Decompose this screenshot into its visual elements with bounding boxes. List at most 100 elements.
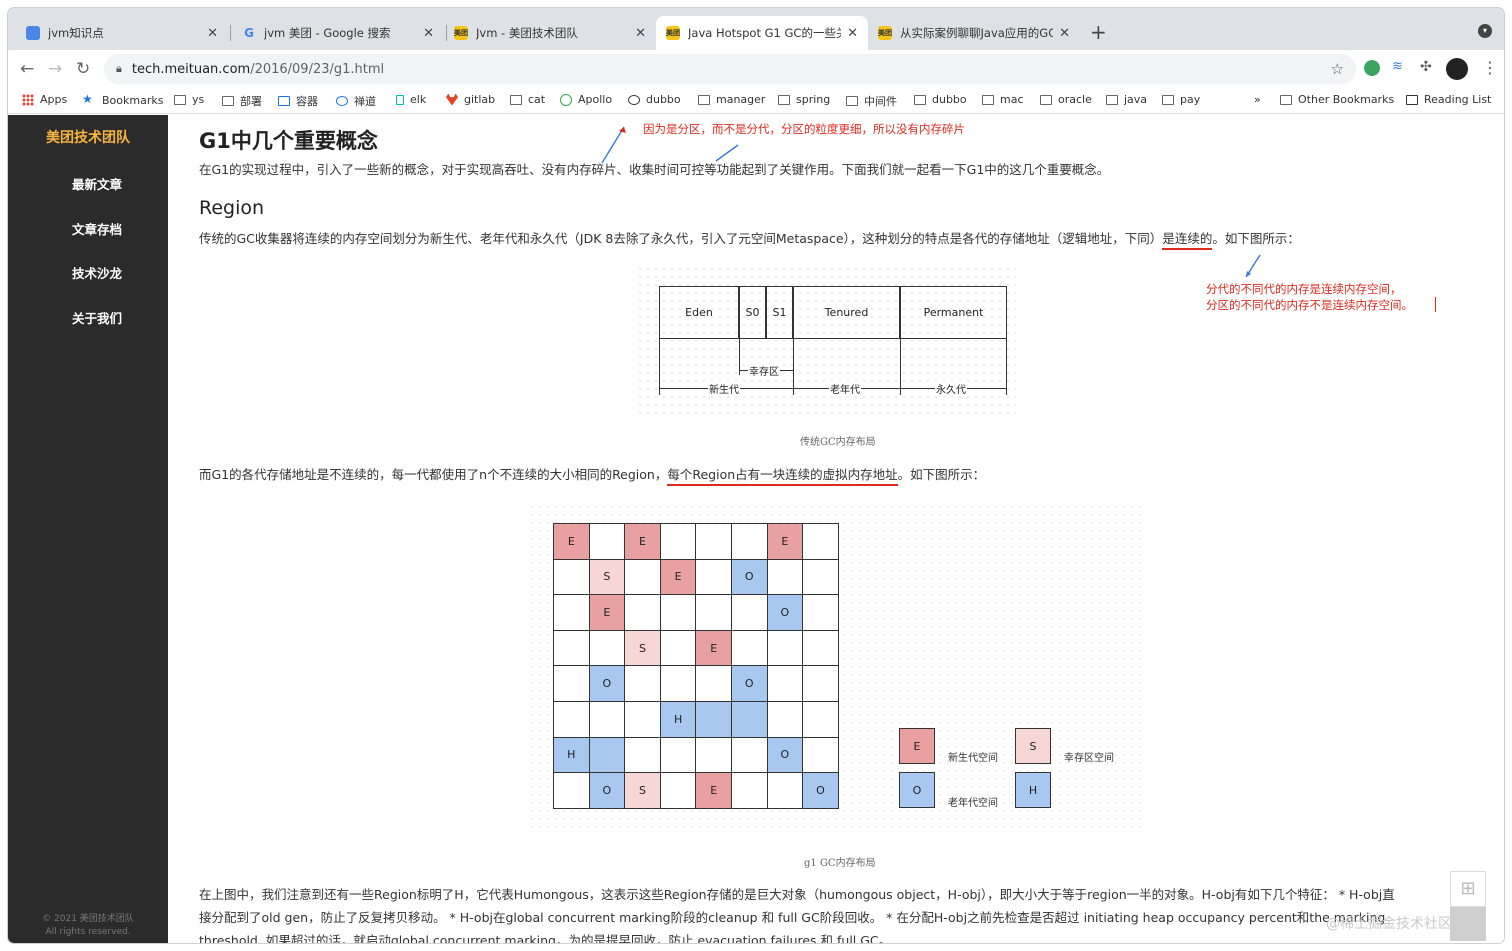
region-cell (589, 701, 626, 738)
layers-extension-icon[interactable]: ≋ (1392, 60, 1408, 76)
region-cell (660, 773, 697, 809)
tab-jvm-meituan[interactable]: 美团 Jvm - 美团技术团队 ✕ (444, 16, 656, 50)
bookmark-label: cat (528, 93, 546, 106)
humongous-paragraph-line2: 接分配到了old gen，防止了反复拷贝移动。 * H-obj在global c… (199, 910, 1386, 925)
bookmark-apollo[interactable]: Apollo (560, 93, 612, 106)
elk-icon (396, 94, 404, 105)
qrcode-icon[interactable]: ⊞ (1450, 871, 1486, 907)
profile-avatar[interactable] (1446, 58, 1468, 80)
bookmark-gitlab[interactable]: gitlab (446, 93, 495, 106)
tab-search-icon[interactable]: ▾ (1478, 24, 1492, 38)
folder-icon (778, 94, 790, 105)
close-icon[interactable]: ✕ (847, 26, 858, 41)
bookmark-zentao[interactable]: 禅道 (336, 93, 376, 109)
bookmark-cat[interactable]: cat (510, 93, 545, 106)
region-grid: EEESEOEOSEOOHHOOSEO (553, 523, 839, 809)
tab-title: Jvm - 美团技术团队 (476, 26, 578, 40)
legend-box-old: O (899, 772, 935, 808)
address-bar[interactable]: 🔒︎ tech.meituan.com/2016/09/23/g1.html ☆ (104, 54, 1356, 84)
bookmark-label: Other Bookmarks (1298, 93, 1395, 106)
browser-menu-icon[interactable]: ⋮ (1482, 58, 1498, 77)
bookmark-manager[interactable]: manager (698, 93, 765, 106)
apps-icon (22, 93, 34, 106)
bookmark-other[interactable]: Other Bookmarks (1280, 93, 1394, 106)
google-icon: G (244, 26, 254, 40)
bookmark-label: dubbo (932, 93, 967, 106)
bookmark-mac[interactable]: mac (982, 93, 1024, 106)
bookmark-spring[interactable]: spring (778, 93, 830, 106)
forward-icon[interactable]: → (48, 59, 62, 79)
region-cell (803, 559, 839, 596)
puzzle-extensions-icon[interactable]: ✣ (1420, 60, 1436, 76)
region-cell (660, 737, 697, 774)
site-logo[interactable]: 美团技术团队 (8, 127, 168, 147)
back-to-top-button[interactable] (1450, 907, 1486, 941)
region-cell (803, 737, 839, 774)
tab-gc-case[interactable]: 美团 从实际案例聊聊Java应用的GC优 ✕ (868, 16, 1080, 50)
legend-label-survivor: 幸存区空间 (1064, 753, 1114, 764)
bookmark-star-icon[interactable]: ☆ (1331, 60, 1344, 78)
bookmark-ys[interactable]: ys (174, 93, 204, 106)
region-cell: E (660, 559, 697, 596)
region-cell (589, 524, 626, 560)
close-icon[interactable]: ✕ (423, 26, 434, 41)
bookmark-pay[interactable]: pay (1162, 93, 1200, 106)
bookmark-label: gitlab (464, 93, 496, 106)
bookmark-oracle[interactable]: oracle (1040, 93, 1092, 106)
bookmark-deploy[interactable]: 部署 (222, 93, 262, 109)
nav-about-us[interactable]: 关于我们 (8, 308, 168, 327)
bookmarks-overflow-button[interactable]: » (1254, 93, 1261, 106)
region-heading: Region (199, 197, 265, 219)
region-cell (660, 595, 697, 631)
reading-list-icon (1406, 94, 1418, 105)
region-cell (625, 737, 661, 774)
region-cell: E (696, 773, 732, 809)
nav-latest-articles[interactable]: 最新文章 (8, 174, 168, 193)
bookmark-dubbo-folder[interactable]: dubbo (914, 93, 967, 106)
annotation-right-line1: 分代的不同代的内存是连续内存空间， (1206, 282, 1402, 296)
region-cell (660, 666, 697, 702)
region-cell (803, 701, 839, 738)
bookmark-container[interactable]: 容器 (278, 93, 318, 109)
region-cell (625, 595, 661, 631)
bookmark-label: Reading List (1424, 93, 1492, 106)
bookmark-apps[interactable]: Apps (22, 93, 67, 106)
doc-icon (26, 26, 40, 40)
bookmark-label: oracle (1058, 93, 1092, 106)
bookmark-label: spring (796, 93, 831, 106)
region-cell (696, 737, 732, 774)
region-cell (660, 630, 697, 667)
diagram-caption-g1: g1 GC内存布局 (804, 858, 876, 869)
bookmark-elk[interactable]: elk (396, 93, 426, 106)
tab-jvm-notes[interactable]: jvm知识点 ✕ (16, 16, 228, 50)
bookmark-java[interactable]: java (1106, 93, 1147, 106)
bookmark-middleware[interactable]: 中间件 (846, 93, 897, 109)
close-icon[interactable]: ✕ (1059, 26, 1070, 41)
gitlab-icon (446, 93, 458, 106)
bookmark-dubbo-site[interactable]: dubbo (628, 93, 681, 106)
meituan-icon: 美团 (878, 26, 892, 40)
new-tab-button[interactable]: + (1090, 20, 1107, 44)
bookmark-bookmarks[interactable]: ★ Bookmarks (82, 93, 163, 107)
perm-gen-label: 永久代 (935, 381, 967, 396)
nav-archive[interactable]: 文章存档 (8, 219, 168, 238)
close-icon[interactable]: ✕ (207, 26, 218, 41)
region-cell (767, 630, 804, 667)
reload-icon[interactable]: ↻ (76, 59, 90, 79)
container-icon (278, 96, 290, 106)
tab-g1-gc[interactable]: 美团 Java Hotspot G1 GC的一些关键 ✕ (656, 16, 868, 50)
folder-icon (222, 96, 234, 106)
reading-list-button[interactable]: Reading List (1406, 93, 1491, 106)
region-cell: O (731, 559, 768, 596)
tab-google-search[interactable]: G jvm 美团 - Google 搜索 ✕ (232, 16, 444, 50)
evernote-extension-icon[interactable] (1364, 60, 1380, 76)
bookmark-label: Bookmarks (102, 93, 164, 107)
region-cell (696, 559, 732, 596)
close-icon[interactable]: ✕ (635, 26, 646, 41)
region-cell: E (696, 630, 732, 667)
segment-eden: Eden (659, 286, 739, 339)
survivor-label: 幸存区 (748, 363, 780, 378)
back-icon[interactable]: ← (20, 59, 34, 79)
region-cell: S (625, 773, 661, 809)
nav-tech-salon[interactable]: 技术沙龙 (8, 263, 168, 282)
